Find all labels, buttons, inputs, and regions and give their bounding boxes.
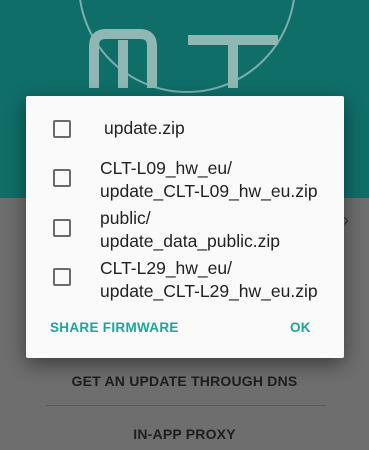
option-path-label: public/ (100, 208, 151, 228)
checkbox[interactable] (53, 169, 71, 187)
option-label: update.zip (104, 118, 185, 138)
option-file-label: update_CLT-L29_hw_eu.zip (100, 281, 318, 301)
option-file-label: update_CLT-L09_hw_eu.zip (100, 181, 318, 201)
checkbox[interactable] (53, 120, 71, 138)
app-logo (89, 29, 278, 88)
option-path-label: CLT-L29_hw_eu/ (100, 258, 232, 278)
menu-item-in-app-proxy[interactable]: IN-APP PROXY (0, 426, 369, 442)
checkbox[interactable] (53, 219, 71, 237)
firmware-option-update-zip[interactable]: update.zip (26, 116, 344, 144)
firmware-option-public[interactable]: public/ update_data_public.zip (26, 208, 344, 255)
checkbox[interactable] (53, 268, 71, 286)
menu-item-dns-update[interactable]: GET AN UPDATE THROUGH DNS (0, 373, 369, 389)
option-path-label: CLT-L09_hw_eu/ (100, 158, 232, 178)
divider (46, 405, 326, 406)
share-firmware-button[interactable]: SHARE FIRMWARE (50, 320, 179, 335)
firmware-option-clt-l29[interactable]: CLT-L29_hw_eu/ update_CLT-L29_hw_eu.zip (26, 258, 344, 306)
firmware-option-clt-l09[interactable]: CLT-L09_hw_eu/ update_CLT-L09_hw_eu.zip (26, 158, 344, 204)
firmware-select-dialog: update.zip CLT-L09_hw_eu/ update_CLT-L09… (26, 96, 344, 358)
option-file-label: update_data_public.zip (100, 231, 281, 251)
ok-button[interactable]: OK (290, 320, 311, 335)
